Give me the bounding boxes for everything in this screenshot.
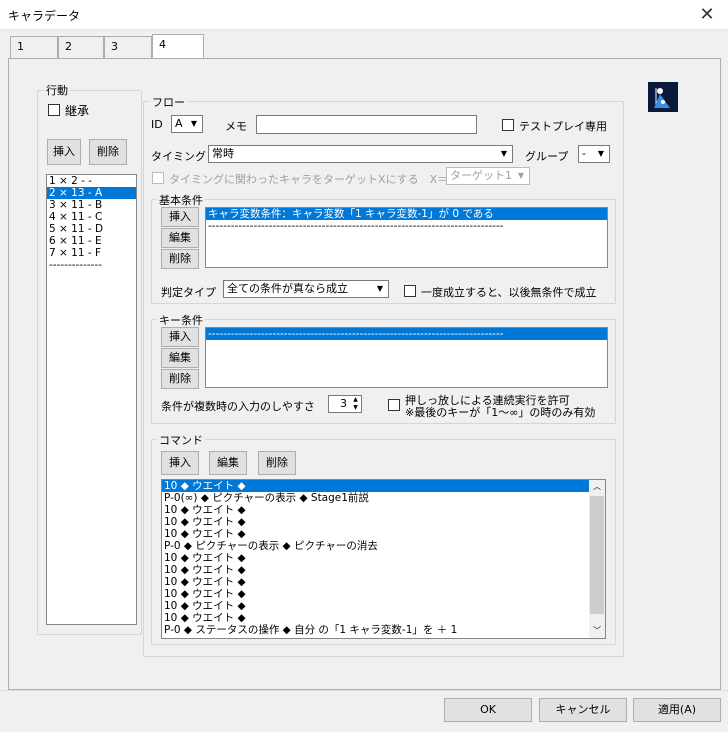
chevron-down-icon: ▼	[190, 119, 198, 128]
list-item[interactable]: --------------	[47, 259, 136, 271]
basic-condition-list[interactable]: キャラ変数条件：キャラ変数「1 キャラ変数-1」が 0 である --------…	[205, 207, 608, 268]
key-delete-button[interactable]: 削除	[161, 369, 199, 389]
group-label: グループ	[525, 150, 569, 163]
command-label: コマンド	[157, 432, 205, 448]
scrollbar-thumb[interactable]	[590, 496, 604, 614]
tab-label: 4	[159, 38, 166, 51]
list-item[interactable]: 5 × 11 - D	[47, 223, 136, 235]
list-item[interactable]: 10 ◆ ウエイト ◆	[162, 612, 590, 624]
group-select[interactable]: - ▼	[578, 145, 610, 163]
list-item[interactable]: 2 × 13 - A	[47, 187, 136, 199]
action-delete-button[interactable]: 削除	[89, 139, 127, 165]
list-item[interactable]: 3 × 11 - B	[47, 199, 136, 211]
action-insert-button[interactable]: 挿入	[47, 139, 81, 165]
target-value: ターゲット1	[450, 169, 512, 182]
group-value: -	[582, 147, 586, 160]
id-label: ID	[151, 118, 163, 131]
list-item[interactable]: 10 ◆ ウエイト ◆	[162, 504, 590, 516]
once-checkbox[interactable]	[404, 285, 416, 297]
timing-select[interactable]: 常時 ▼	[208, 145, 513, 163]
command-delete-button[interactable]: 削除	[258, 451, 296, 475]
once-label: 一度成立すると、以後無条件で成立	[421, 286, 597, 299]
cancel-button[interactable]: キャンセル	[539, 698, 627, 722]
list-item[interactable]: 10 ◆ ウエイト ◆	[162, 528, 590, 540]
list-item[interactable]: キャラ変数条件：キャラ変数「1 キャラ変数-1」が 0 である	[206, 208, 607, 220]
chevron-down-icon[interactable]: ﹀	[589, 624, 605, 638]
list-item[interactable]: 10 ◆ ウエイト ◆	[162, 516, 590, 528]
tab-4[interactable]: 4	[152, 34, 204, 59]
spinner-arrows-icon[interactable]: ▲ ▼	[350, 396, 361, 412]
timing-label: タイミング	[151, 150, 206, 163]
list-item[interactable]: 7 × 11 - F	[47, 247, 136, 259]
list-item[interactable]: ----------------------------------------…	[206, 328, 607, 340]
list-item[interactable]: 10 ◆ ウエイト ◆	[162, 600, 590, 612]
basic-edit-button[interactable]: 編集	[161, 228, 199, 248]
target-select[interactable]: ターゲット1 ▼	[446, 167, 530, 185]
inherit-label: 継承	[65, 104, 90, 118]
key-condition-list[interactable]: ----------------------------------------…	[205, 327, 608, 388]
list-item[interactable]: 1 × 2 - -	[47, 175, 136, 187]
window-title: キャラデータ	[8, 9, 81, 23]
judge-type-label: 判定タイプ	[161, 286, 216, 299]
id-select[interactable]: A ▼	[171, 115, 203, 133]
footer-divider	[0, 690, 728, 691]
chevron-down-icon: ▼	[500, 149, 508, 158]
id-value: A	[175, 117, 183, 130]
list-item[interactable]: 4 × 11 - C	[47, 211, 136, 223]
basic-condition-label: 基本条件	[157, 192, 205, 208]
flow-group-label: フロー	[150, 94, 187, 110]
character-icon	[648, 82, 678, 112]
judge-type-value: 全ての条件が真なら成立	[227, 282, 348, 295]
list-item[interactable]: P-0(∞) ◆ ピクチャーの表示 ◆ Stage1前説	[162, 492, 590, 504]
basic-delete-button[interactable]: 削除	[161, 249, 199, 269]
scrollbar[interactable]: ︿ ﹀	[589, 480, 605, 638]
testplay-checkbox[interactable]	[502, 119, 514, 131]
hold-note: ※最後のキーが「1〜∞」の時のみ有効	[405, 406, 596, 419]
key-condition-label: キー条件	[157, 312, 205, 328]
tab-1[interactable]: 1	[10, 36, 58, 58]
list-item[interactable]: 6 × 11 - E	[47, 235, 136, 247]
list-item[interactable]: 10 ◆ ウエイト ◆	[162, 564, 590, 576]
judge-type-select[interactable]: 全ての条件が真なら成立 ▼	[223, 280, 389, 298]
key-insert-button[interactable]: 挿入	[161, 327, 199, 347]
ok-button[interactable]: OK	[444, 698, 532, 722]
ease-value: 3	[340, 397, 347, 410]
list-item[interactable]: 10 ◆ ウエイト ◆	[162, 588, 590, 600]
chevron-down-icon: ▼	[517, 171, 525, 180]
action-list[interactable]: 1 × 2 - - 2 × 13 - A 3 × 11 - B 4 × 11 -…	[46, 174, 137, 625]
chevron-up-icon[interactable]: ︿	[589, 480, 605, 494]
ease-label: 条件が複数時の入力のしやすさ	[161, 400, 315, 413]
inherit-checkbox[interactable]	[48, 104, 60, 116]
target-checkbox[interactable]	[152, 172, 164, 184]
list-item[interactable]: 10 ◆ ウエイト ◆	[162, 480, 590, 492]
command-edit-button[interactable]: 編集	[209, 451, 247, 475]
chevron-down-icon: ▼	[597, 149, 605, 158]
title-bar	[0, 0, 728, 30]
chevron-down-icon: ▼	[376, 284, 384, 293]
tab-label: 3	[111, 40, 118, 53]
memo-field[interactable]	[256, 115, 477, 134]
tab-label: 2	[65, 40, 72, 53]
command-list[interactable]: 10 ◆ ウエイト ◆ P-0(∞) ◆ ピクチャーの表示 ◆ Stage1前説…	[161, 479, 606, 639]
list-item[interactable]: P-0 ◆ ステータスの操作 ◆ 自分 の「1 キャラ変数-1」を ＋ 1	[162, 624, 590, 636]
key-edit-button[interactable]: 編集	[161, 348, 199, 368]
timing-value: 常時	[212, 147, 234, 160]
action-group-label: 行動	[44, 82, 70, 98]
list-item[interactable]: 10 ◆ ウエイト ◆	[162, 552, 590, 564]
tab-label: 1	[17, 40, 24, 53]
command-insert-button[interactable]: 挿入	[161, 451, 199, 475]
memo-label: メモ	[225, 120, 247, 133]
close-button[interactable]: ✕	[690, 2, 724, 28]
tab-3[interactable]: 3	[104, 36, 152, 58]
list-item[interactable]: 10 ◆ ウエイト ◆	[162, 576, 590, 588]
basic-insert-button[interactable]: 挿入	[161, 207, 199, 227]
hold-checkbox[interactable]	[388, 399, 400, 411]
tab-2[interactable]: 2	[58, 36, 104, 58]
testplay-label: テストプレイ専用	[519, 120, 607, 133]
list-item[interactable]: P-0 ◆ ピクチャーの表示 ◆ ピクチャーの消去	[162, 540, 590, 552]
target-label: タイミングに関わったキャラをターゲットXにする X＝	[169, 173, 449, 186]
list-item[interactable]: ----------------------------------------…	[206, 220, 607, 232]
apply-button[interactable]: 適用(A)	[633, 698, 721, 722]
